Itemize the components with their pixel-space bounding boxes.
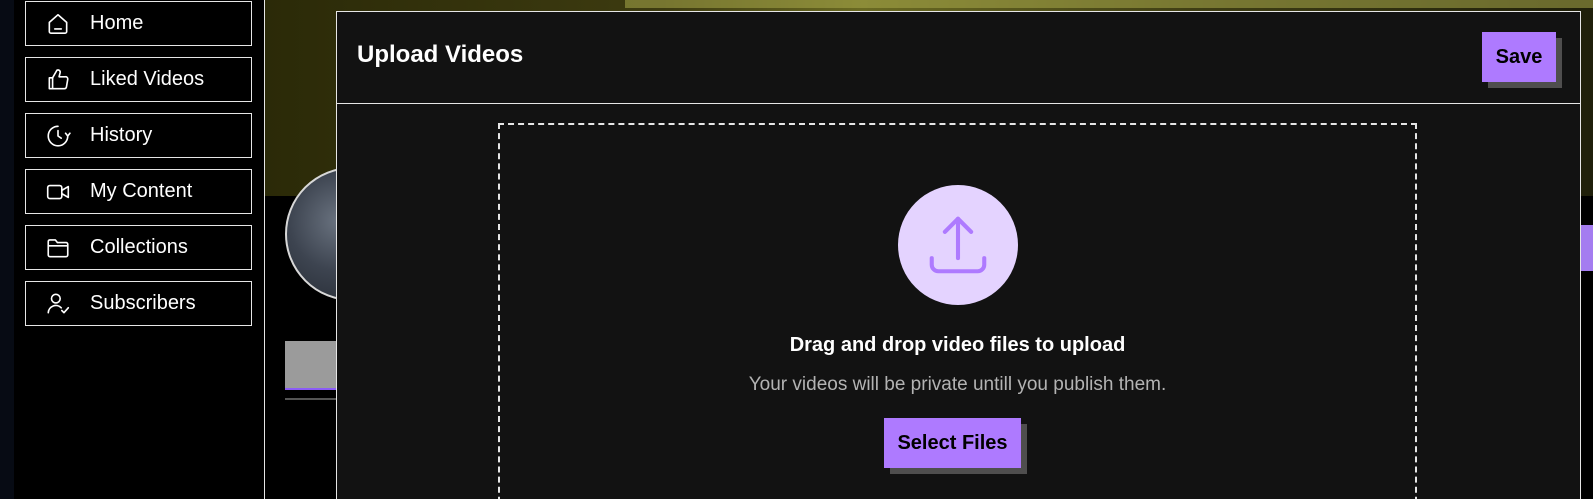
modal-title: Upload Videos (357, 41, 524, 68)
save-button[interactable]: Save (1482, 32, 1556, 82)
folder-icon (45, 235, 71, 261)
upload-icon-container (898, 185, 1018, 305)
thumbs-up-icon (45, 67, 71, 93)
sidebar-item-label: My Content (90, 180, 193, 202)
dropzone-heading: Drag and drop video files to upload (789, 334, 1126, 356)
sidebar-item-collections[interactable]: Collections (25, 225, 252, 270)
dropzone-subtext: Your videos will be private untill you p… (748, 374, 1167, 395)
sidebar-item-liked-videos[interactable]: Liked Videos (25, 57, 252, 102)
cover-highlight (625, 0, 1593, 8)
user-check-icon (45, 291, 71, 317)
select-files-button[interactable]: Select Files (884, 418, 1021, 468)
sidebar: Home Liked Videos History My Content Col… (14, 0, 265, 499)
app-page: Home Liked Videos History My Content Col… (0, 0, 1593, 499)
upload-videos-modal: Upload Videos Save Drag and drop video f… (336, 11, 1581, 499)
sidebar-item-subscribers[interactable]: Subscribers (25, 281, 252, 326)
sidebar-item-home[interactable]: Home (25, 1, 252, 46)
sidebar-item-label: Collections (90, 236, 188, 258)
sidebar-item-label: Home (90, 12, 144, 34)
modal-header: Upload Videos Save (337, 12, 1580, 104)
window-edge (0, 0, 15, 499)
sidebar-item-history[interactable]: History (25, 113, 252, 158)
sidebar-item-label: Liked Videos (90, 68, 205, 90)
edit-button-partial (1579, 225, 1593, 271)
history-icon (45, 123, 71, 149)
sidebar-item-label: Subscribers (90, 292, 196, 314)
home-icon (45, 11, 71, 37)
video-camera-icon (45, 179, 71, 205)
upload-icon (929, 216, 987, 274)
sidebar-item-my-content[interactable]: My Content (25, 169, 252, 214)
sidebar-item-label: History (90, 124, 153, 146)
upload-dropzone[interactable]: Drag and drop video files to upload Your… (498, 123, 1417, 499)
